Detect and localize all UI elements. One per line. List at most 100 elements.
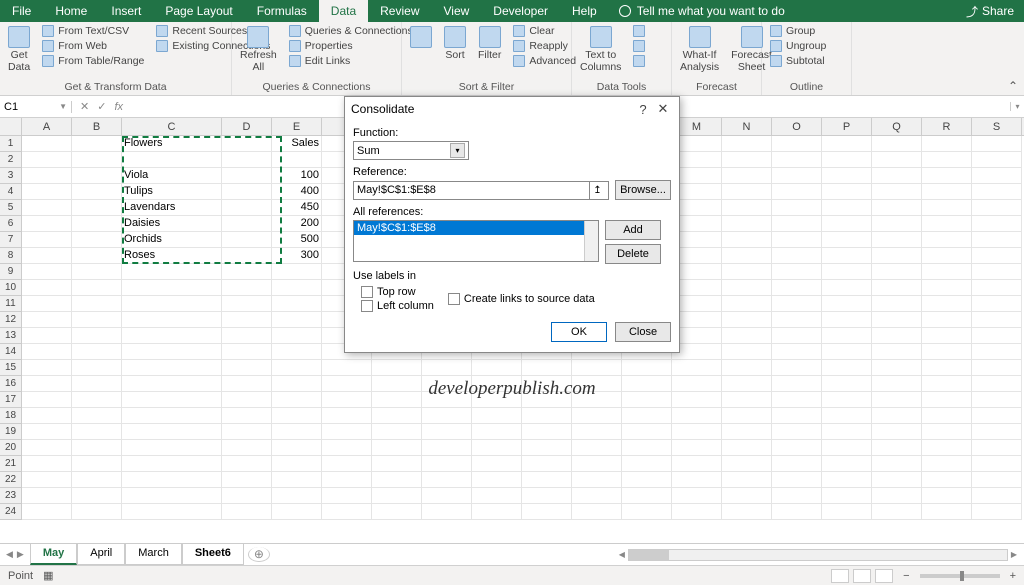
cell[interactable]: Flowers xyxy=(122,136,222,152)
cell[interactable] xyxy=(722,152,772,168)
row-h[interactable]: 22 xyxy=(0,472,22,488)
flash-fill[interactable] xyxy=(629,24,649,38)
cell[interactable] xyxy=(672,392,722,408)
zoom-in-icon[interactable]: + xyxy=(1010,570,1016,582)
cell[interactable] xyxy=(972,408,1022,424)
cell[interactable] xyxy=(272,152,322,168)
cell[interactable] xyxy=(722,408,772,424)
cell[interactable]: Viola xyxy=(122,168,222,184)
cell[interactable] xyxy=(672,360,722,376)
left-column-checkbox[interactable]: Left column xyxy=(361,300,434,312)
fx-icon[interactable]: fx xyxy=(114,101,123,113)
cell[interactable] xyxy=(372,424,422,440)
tab-review[interactable]: Review xyxy=(368,0,431,22)
filter-button[interactable]: Filter xyxy=(474,24,505,64)
col-h[interactable]: D xyxy=(222,118,272,135)
cell[interactable] xyxy=(672,408,722,424)
cell[interactable] xyxy=(22,216,72,232)
row-h[interactable]: 23 xyxy=(0,488,22,504)
cell[interactable] xyxy=(922,312,972,328)
cell[interactable] xyxy=(222,152,272,168)
cell[interactable] xyxy=(922,408,972,424)
cell[interactable] xyxy=(72,312,122,328)
col-h[interactable]: A xyxy=(22,118,72,135)
cell[interactable] xyxy=(972,424,1022,440)
cell[interactable] xyxy=(722,200,772,216)
close-button[interactable]: Close xyxy=(615,322,671,342)
cell[interactable] xyxy=(672,440,722,456)
range-picker-icon[interactable]: ↥ xyxy=(589,182,605,199)
row-h[interactable]: 24 xyxy=(0,504,22,520)
tab-home[interactable]: Home xyxy=(43,0,99,22)
cell[interactable] xyxy=(872,232,922,248)
cell[interactable] xyxy=(722,296,772,312)
col-h[interactable]: N xyxy=(722,118,772,135)
cell[interactable] xyxy=(922,472,972,488)
zoom-thumb[interactable] xyxy=(960,571,964,581)
cell[interactable] xyxy=(922,232,972,248)
cell[interactable] xyxy=(122,344,222,360)
cell[interactable] xyxy=(722,248,772,264)
cell[interactable] xyxy=(222,168,272,184)
cell[interactable] xyxy=(672,456,722,472)
cell[interactable] xyxy=(572,360,622,376)
cell[interactable] xyxy=(222,424,272,440)
cell[interactable] xyxy=(122,424,222,440)
cell[interactable] xyxy=(872,312,922,328)
cell[interactable] xyxy=(72,280,122,296)
cell[interactable] xyxy=(122,360,222,376)
cell[interactable] xyxy=(872,440,922,456)
cell[interactable] xyxy=(372,456,422,472)
cell[interactable] xyxy=(272,344,322,360)
cell[interactable] xyxy=(872,248,922,264)
cell[interactable] xyxy=(572,472,622,488)
cell[interactable] xyxy=(972,248,1022,264)
row-h[interactable]: 4 xyxy=(0,184,22,200)
share-button[interactable]: ⤴ Share xyxy=(956,0,1024,22)
cell[interactable] xyxy=(22,360,72,376)
cell[interactable] xyxy=(72,200,122,216)
cell[interactable] xyxy=(922,504,972,520)
row-h[interactable]: 19 xyxy=(0,424,22,440)
row-h[interactable]: 14 xyxy=(0,344,22,360)
cell[interactable] xyxy=(922,392,972,408)
cell[interactable] xyxy=(722,504,772,520)
cell[interactable] xyxy=(372,472,422,488)
cell[interactable] xyxy=(222,280,272,296)
cell[interactable] xyxy=(222,344,272,360)
cell[interactable] xyxy=(72,424,122,440)
cell[interactable] xyxy=(72,248,122,264)
cell[interactable]: Daisies xyxy=(122,216,222,232)
cell[interactable] xyxy=(722,312,772,328)
cell[interactable] xyxy=(122,392,222,408)
cell[interactable] xyxy=(222,200,272,216)
cell[interactable] xyxy=(122,504,222,520)
cell[interactable] xyxy=(322,456,372,472)
enter-icon[interactable]: ✓ xyxy=(97,100,106,113)
cell[interactable] xyxy=(22,168,72,184)
hscroll-track[interactable] xyxy=(628,549,1008,561)
cell[interactable] xyxy=(972,488,1022,504)
cell[interactable] xyxy=(972,360,1022,376)
cell[interactable] xyxy=(72,504,122,520)
cell[interactable] xyxy=(922,440,972,456)
sheet-tab-april[interactable]: April xyxy=(77,544,125,565)
row-h[interactable]: 18 xyxy=(0,408,22,424)
tell-me-search[interactable]: Tell me what you want to do xyxy=(609,0,795,22)
cell[interactable] xyxy=(72,152,122,168)
cell[interactable] xyxy=(872,424,922,440)
scroll-right-icon[interactable]: ▶ xyxy=(1008,550,1020,559)
row-h[interactable]: 2 xyxy=(0,152,22,168)
cell[interactable] xyxy=(722,392,772,408)
cell[interactable] xyxy=(872,184,922,200)
cell[interactable] xyxy=(972,232,1022,248)
cell[interactable] xyxy=(822,232,872,248)
cell[interactable] xyxy=(922,488,972,504)
remove-dupes[interactable] xyxy=(629,39,649,53)
cell[interactable] xyxy=(622,488,672,504)
cell[interactable] xyxy=(272,408,322,424)
cell[interactable] xyxy=(422,408,472,424)
cell[interactable] xyxy=(822,488,872,504)
cell[interactable] xyxy=(272,360,322,376)
cell[interactable] xyxy=(772,264,822,280)
